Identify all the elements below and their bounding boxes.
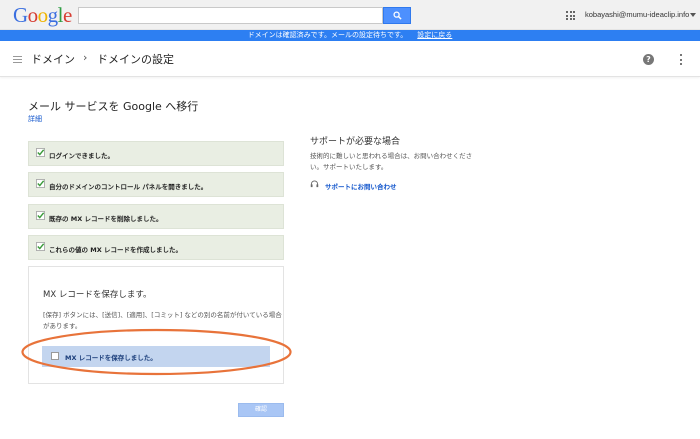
save-panel-title: MX レコードを保存します。 (43, 290, 152, 300)
apps-grid-icon[interactable] (566, 11, 575, 20)
page-title: メール サービスを Google へ移行 (28, 100, 199, 113)
help-icon[interactable]: ? (643, 54, 654, 65)
search-button[interactable] (383, 7, 411, 24)
confirm-button[interactable]: 確認 (238, 403, 284, 417)
search-input[interactable] (78, 7, 383, 24)
breadcrumb-domain[interactable]: ドメイン (31, 51, 75, 67)
step-item: ログインできました。 (28, 141, 284, 166)
step-label: 既存の MX レコードを削除しました。 (49, 215, 163, 223)
contact-support-link[interactable]: サポートにお問い合わせ (325, 181, 397, 191)
save-mx-panel: MX レコードを保存します。 [保存] ボタンには、[送信]、[適用]、[コミッ… (28, 266, 284, 384)
notice-bar: ドメインは確認済みです。メールの設定待ちです。 設定に戻る (0, 30, 700, 41)
chevron-down-icon[interactable] (690, 13, 696, 17)
step-label: 自分のドメインのコントロール パネルを開きました。 (49, 183, 208, 191)
checkmark-icon (36, 242, 45, 251)
confirm-saved-label[interactable]: MX レコードを保存しました。 (65, 352, 157, 362)
support-title: サポートが必要な場合 (310, 137, 401, 147)
step-item: 自分のドメインのコントロール パネルを開きました。 (28, 172, 284, 197)
account-email[interactable]: kobayashi@mumu-ideaclip.info (585, 10, 689, 19)
checkmark-icon (36, 148, 45, 157)
step-label: これらの値の MX レコードを作成しました。 (49, 246, 183, 254)
google-logo[interactable]: Google (13, 3, 72, 28)
page-header: ドメイン › ドメインの設定 ? (0, 41, 700, 77)
logo-letter: e (63, 3, 72, 27)
logo-letter: G (13, 3, 28, 27)
back-to-setup-link[interactable]: 設定に戻る (417, 32, 452, 39)
checkmark-icon (36, 179, 45, 188)
step-item: これらの値の MX レコードを作成しました。 (28, 235, 284, 260)
confirm-saved-checkbox[interactable] (51, 352, 59, 360)
checkmark-icon (36, 211, 45, 220)
headset-icon (310, 180, 319, 188)
menu-icon[interactable] (13, 56, 22, 63)
logo-letter: o (27, 3, 39, 27)
top-bar: Google kobayashi@mumu-ideaclip.info (0, 0, 700, 30)
confirm-saved-row[interactable]: MX レコードを保存しました。 (42, 346, 270, 367)
logo-letter: g (47, 3, 59, 27)
save-panel-description: [保存] ボタンには、[送信]、[適用]、[コミット] などの別の名前が付いてい… (43, 311, 282, 330)
breadcrumb-domain-settings: ドメインの設定 (97, 53, 174, 66)
more-vert-icon[interactable] (680, 54, 683, 65)
step-label: ログインできました。 (49, 152, 114, 160)
step-item: 既存の MX レコードを削除しました。 (28, 204, 284, 229)
search-icon (392, 11, 402, 20)
logo-letter: o (37, 3, 49, 27)
breadcrumb-separator: › (83, 51, 88, 64)
details-link[interactable]: 詳細 (28, 114, 42, 124)
support-text: 技術的に難しいと思われる場合は、お問い合わせください。サポートいたします。 (310, 152, 473, 171)
notice-text: ドメインは確認済みです。メールの設定待ちです。 (247, 32, 408, 39)
